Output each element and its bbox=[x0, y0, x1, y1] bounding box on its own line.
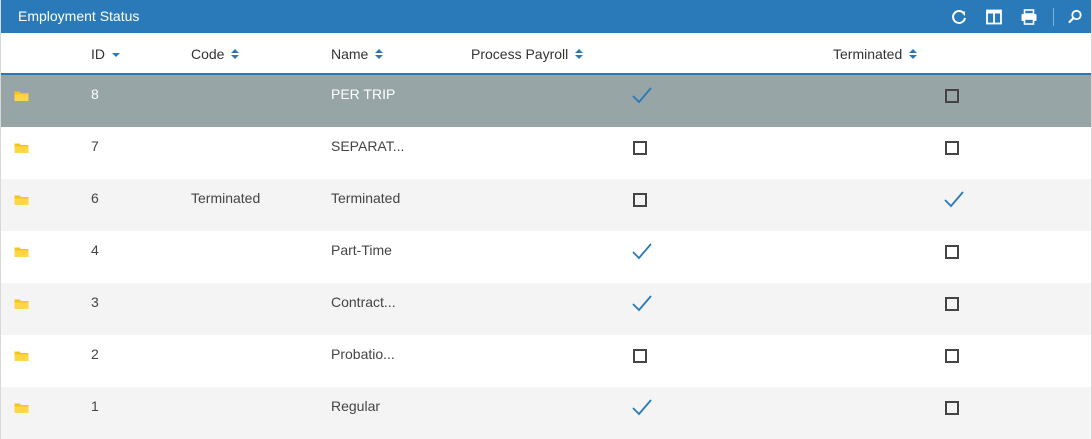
column-label: ID bbox=[91, 46, 105, 62]
process-payroll-checkbox[interactable] bbox=[633, 193, 647, 207]
panel-titlebar: Employment Status bbox=[1, 0, 1091, 33]
refresh-icon[interactable] bbox=[949, 7, 969, 27]
terminated-checkbox[interactable] bbox=[945, 245, 959, 259]
cell-id: 7 bbox=[91, 138, 99, 154]
column-header-code[interactable]: Code bbox=[191, 46, 240, 62]
column-label: Name bbox=[331, 46, 369, 62]
cell-id: 6 bbox=[91, 190, 99, 206]
cell-id: 4 bbox=[91, 242, 99, 258]
cell-name: Part-Time bbox=[331, 242, 392, 258]
sort-icon bbox=[231, 49, 240, 60]
folder-icon[interactable] bbox=[14, 89, 29, 105]
table-row[interactable]: 6 Terminated Terminated bbox=[1, 179, 1091, 231]
terminated-checkbox[interactable] bbox=[945, 141, 959, 155]
toolbar-separator bbox=[1053, 8, 1054, 26]
cell-name: Terminated bbox=[331, 190, 401, 206]
print-icon[interactable] bbox=[1019, 7, 1039, 27]
column-label: Code bbox=[191, 46, 225, 62]
table-row[interactable]: 4 Part-Time bbox=[1, 231, 1091, 283]
cell-code: Terminated bbox=[191, 190, 261, 206]
table-row[interactable]: 8 PER TRIP bbox=[1, 75, 1091, 127]
terminated-checkbox[interactable] bbox=[945, 297, 959, 311]
table-header: ID Code Name Process Payroll Terminated bbox=[1, 33, 1091, 75]
folder-icon[interactable] bbox=[14, 141, 29, 157]
folder-icon[interactable] bbox=[14, 401, 29, 417]
cell-name: Regular bbox=[331, 398, 381, 414]
table-row[interactable]: 1 Regular bbox=[1, 387, 1091, 439]
sort-desc-icon bbox=[112, 53, 120, 58]
process-payroll-checkbox[interactable] bbox=[633, 349, 647, 363]
column-label: Terminated bbox=[833, 46, 903, 62]
folder-icon[interactable] bbox=[14, 193, 29, 209]
process-payroll-checked-icon[interactable] bbox=[631, 241, 653, 264]
column-header-process-payroll[interactable]: Process Payroll bbox=[471, 46, 584, 62]
column-header-id[interactable]: ID bbox=[91, 46, 121, 62]
cell-id: 8 bbox=[91, 86, 99, 102]
terminated-checked-icon[interactable] bbox=[943, 189, 965, 212]
process-payroll-checked-icon[interactable] bbox=[631, 293, 653, 316]
terminated-checkbox[interactable] bbox=[945, 349, 959, 363]
sort-icon bbox=[575, 49, 584, 60]
table-row[interactable]: 2 Probatio... bbox=[1, 335, 1091, 387]
folder-icon[interactable] bbox=[14, 297, 29, 313]
cell-id: 1 bbox=[91, 398, 99, 414]
cell-name: SEPARAT... bbox=[331, 138, 405, 154]
cell-id: 2 bbox=[91, 346, 99, 362]
process-payroll-checked-icon[interactable] bbox=[631, 85, 653, 108]
process-payroll-checkbox[interactable] bbox=[633, 141, 647, 155]
cell-id: 3 bbox=[91, 294, 99, 310]
process-payroll-checked-icon[interactable] bbox=[631, 397, 653, 420]
terminated-checkbox[interactable] bbox=[945, 401, 959, 415]
table-row[interactable]: 3 Contract... bbox=[1, 283, 1091, 335]
cell-name: Probatio... bbox=[331, 346, 395, 362]
panel-title: Employment Status bbox=[18, 8, 140, 24]
search-icon[interactable] bbox=[1065, 7, 1085, 27]
column-header-name[interactable]: Name bbox=[331, 46, 384, 62]
cell-name: PER TRIP bbox=[331, 86, 396, 102]
columns-icon[interactable] bbox=[984, 7, 1004, 27]
terminated-checkbox[interactable] bbox=[945, 89, 959, 103]
cell-name: Contract... bbox=[331, 294, 396, 310]
employment-status-panel: Employment Status ID Code Name Process P… bbox=[0, 0, 1092, 439]
sort-icon bbox=[375, 49, 384, 60]
column-label: Process Payroll bbox=[471, 46, 569, 62]
folder-icon[interactable] bbox=[14, 349, 29, 365]
table-row[interactable]: 7 SEPARAT... bbox=[1, 127, 1091, 179]
folder-icon[interactable] bbox=[14, 245, 29, 261]
column-header-terminated[interactable]: Terminated bbox=[833, 46, 918, 62]
sort-icon bbox=[909, 49, 918, 60]
